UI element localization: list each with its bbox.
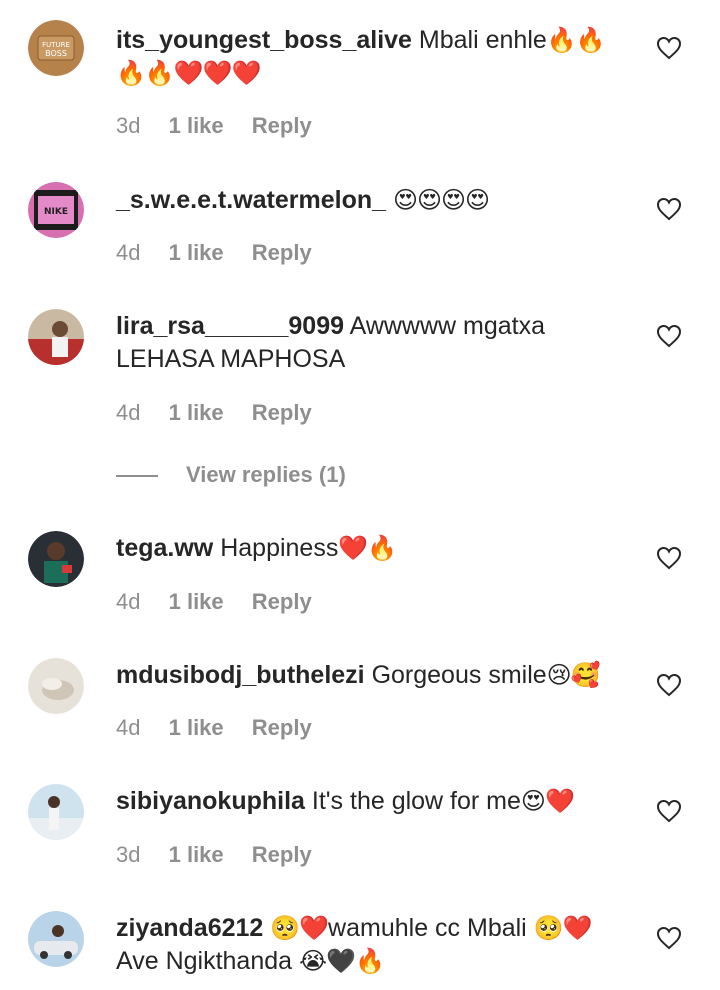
username[interactable]: sibiyanokuphila xyxy=(116,787,305,815)
comment-meta: 4d 1 like Reply xyxy=(116,400,312,426)
reply-button[interactable]: Reply xyxy=(252,842,312,868)
comment-text: Ave Ngikthanda xyxy=(116,947,293,975)
avatar[interactable]: FUTURE BOSS xyxy=(28,20,84,76)
comment-emoji: 🔥🔥❤️❤️❤️ xyxy=(116,59,261,87)
comment-text: Gorgeous smile xyxy=(371,661,547,689)
heart-outline-icon[interactable] xyxy=(656,197,682,221)
like-count[interactable]: 1 like xyxy=(169,589,224,615)
svg-text:FUTURE: FUTURE xyxy=(42,41,70,49)
heart-outline-icon[interactable] xyxy=(656,799,682,823)
comment-text: Awwwww mgatxa xyxy=(349,312,546,340)
comment-emoji: 😍❤️ xyxy=(520,787,575,815)
comment-emoji: 😍😍😍😍 xyxy=(392,186,490,214)
avatar[interactable] xyxy=(28,784,84,840)
heart-outline-icon[interactable] xyxy=(656,926,682,950)
reply-button[interactable]: Reply xyxy=(252,400,312,426)
divider xyxy=(116,475,158,477)
comment-age: 4d xyxy=(116,715,141,740)
heart-outline-icon[interactable] xyxy=(656,324,682,348)
comment-body: _s.w.e.e.t.watermelon_ 😍😍😍😍 xyxy=(116,184,626,217)
comment-emoji: ❤️🔥 xyxy=(338,534,397,562)
username[interactable]: _s.w.e.e.t.watermelon_ xyxy=(116,186,386,214)
like-count[interactable]: 1 like xyxy=(169,400,224,426)
reply-button[interactable]: Reply xyxy=(252,589,312,615)
svg-text:BOSS: BOSS xyxy=(45,49,67,58)
svg-text:NIKE: NIKE xyxy=(44,207,68,217)
comment-meta: 4d 1 like Reply xyxy=(116,240,312,266)
comment-text: wamuhle cc Mbali xyxy=(328,914,527,942)
comment-text: Happiness xyxy=(220,534,339,562)
avatar[interactable] xyxy=(28,658,84,714)
avatar[interactable] xyxy=(28,911,84,967)
like-count[interactable]: 1 like xyxy=(169,113,224,139)
comment-age: 3d xyxy=(116,113,141,138)
comment-text: Mbali enhle xyxy=(418,26,547,54)
comment-body: mdusibodj_buthelezi Gorgeous smile😢🥰 xyxy=(116,659,626,692)
comment-body: lira_rsa______9099 Awwwww mgatxa LEHASA … xyxy=(116,310,626,376)
username[interactable]: ziyanda6212 xyxy=(116,914,263,942)
username[interactable]: its_youngest_boss_alive xyxy=(116,26,412,54)
heart-outline-icon[interactable] xyxy=(656,36,682,60)
username[interactable]: lira_rsa______9099 xyxy=(116,312,344,340)
avatar[interactable] xyxy=(28,531,84,587)
avatar[interactable] xyxy=(28,309,84,365)
comment-text: It's the glow for me xyxy=(311,787,521,815)
view-replies-button[interactable]: View replies (1) xyxy=(186,462,346,488)
comment-meta: 3d 1 like Reply xyxy=(116,113,312,139)
comment-meta: 4d 1 like Reply xyxy=(116,589,312,615)
reply-button[interactable]: Reply xyxy=(252,715,312,741)
reply-button[interactable]: Reply xyxy=(252,240,312,266)
comment-meta: 3d 1 like Reply xyxy=(116,842,312,868)
comment-text: LEHASA MAPHOSA xyxy=(116,345,346,373)
comment-emoji: 😭🖤🔥 xyxy=(299,947,385,975)
comment-age: 3d xyxy=(116,842,141,867)
comment-age: 4d xyxy=(116,400,141,425)
comment-body: tega.ww Happiness❤️🔥 xyxy=(116,532,626,565)
heart-outline-icon[interactable] xyxy=(656,546,682,570)
avatar[interactable]: NIKE xyxy=(28,182,84,238)
comment-emoji: 😢🥰 xyxy=(546,661,601,689)
heart-outline-icon[interactable] xyxy=(656,673,682,697)
username[interactable]: mdusibodj_buthelezi xyxy=(116,661,365,689)
comment-age: 4d xyxy=(116,589,141,614)
comment-body: sibiyanokuphila It's the glow for me😍❤️ xyxy=(116,785,626,818)
like-count[interactable]: 1 like xyxy=(169,842,224,868)
like-count[interactable]: 1 like xyxy=(169,715,224,741)
username[interactable]: tega.ww xyxy=(116,534,213,562)
comment-emoji: 🥺❤️ xyxy=(533,914,593,942)
comment-age: 4d xyxy=(116,240,141,265)
reply-button[interactable]: Reply xyxy=(252,113,312,139)
comment-meta: 4d 1 like Reply xyxy=(116,715,312,741)
comment-emoji: 🔥🔥 xyxy=(546,26,606,54)
comment-body: ziyanda6212 🥺❤️wamuhle cc Mbali 🥺❤️ Ave … xyxy=(116,912,626,978)
comment-body: its_youngest_boss_alive Mbali enhle🔥🔥 🔥🔥… xyxy=(116,24,626,90)
comment-emoji: 🥺❤️ xyxy=(270,914,329,942)
like-count[interactable]: 1 like xyxy=(169,240,224,266)
